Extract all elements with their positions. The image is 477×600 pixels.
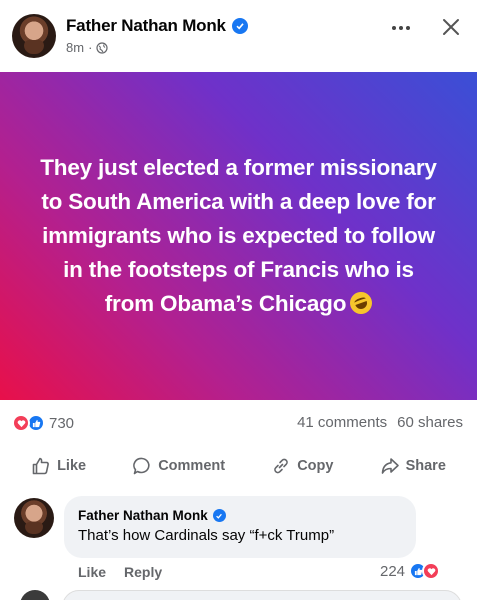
thumbs-up-icon — [32, 457, 49, 475]
share-arrow-icon — [381, 458, 399, 474]
copy-button[interactable]: Copy — [271, 456, 333, 476]
post-author[interactable]: Father Nathan Monk — [66, 16, 248, 36]
post-stats: 730 41 comments 60 shares — [0, 410, 477, 440]
comment: Father Nathan Monk That’s how Cardinals … — [0, 484, 477, 600]
comment-bubble-icon — [133, 457, 150, 475]
comments-count[interactable]: 41 comments — [297, 414, 387, 431]
comment-author[interactable]: Father Nathan Monk — [78, 508, 402, 523]
close-icon[interactable] — [438, 14, 464, 40]
globe-icon — [96, 41, 109, 54]
comment-reply-button[interactable]: Reply — [124, 564, 162, 580]
share-button[interactable]: Share — [380, 456, 446, 476]
post-author-name[interactable]: Father Nathan Monk — [66, 16, 226, 36]
comment-text: That’s how Cardinals say “f+ck Trump” — [78, 527, 335, 544]
post-header: Father Nathan Monk 8m · — [0, 0, 477, 70]
reaction-count: 730 — [49, 414, 75, 432]
love-reaction-icon — [12, 414, 30, 432]
verified-badge-icon — [231, 18, 248, 34]
comment-reaction-summary[interactable]: 224 — [380, 562, 441, 580]
post-content: They just elected a former missionary to… — [0, 72, 477, 400]
link-icon — [274, 458, 289, 474]
reply-input[interactable] — [62, 590, 462, 600]
comment-like-button[interactable]: Like — [78, 564, 106, 580]
verified-badge-icon — [212, 509, 226, 522]
rofl-emoji-icon — [347, 288, 376, 318]
author-avatar[interactable] — [12, 14, 56, 58]
post-time[interactable]: 8m — [66, 40, 84, 55]
shares-count[interactable]: 60 shares — [397, 414, 463, 431]
post-actions: Like Comment Copy Share — [0, 448, 477, 484]
like-button[interactable]: Like — [31, 456, 86, 476]
comment-author-name[interactable]: Father Nathan Monk — [78, 508, 208, 523]
more-options-button[interactable] — [386, 18, 416, 38]
reply-bar — [0, 588, 477, 600]
comment-bubble: Father Nathan Monk That’s how Cardinals … — [64, 496, 416, 558]
comment-reaction-count: 224 — [380, 562, 406, 580]
user-avatar — [20, 590, 50, 600]
post-text: They just elected a former missionary to… — [36, 151, 441, 321]
comment-author-avatar[interactable] — [14, 498, 54, 538]
love-reaction-icon — [422, 562, 441, 580]
post-text-content: They just elected a former missionary to… — [40, 155, 437, 316]
comment-button[interactable]: Comment — [132, 456, 225, 476]
post-meta: 8m · — [66, 40, 109, 55]
reaction-summary[interactable]: 730 — [12, 414, 74, 432]
